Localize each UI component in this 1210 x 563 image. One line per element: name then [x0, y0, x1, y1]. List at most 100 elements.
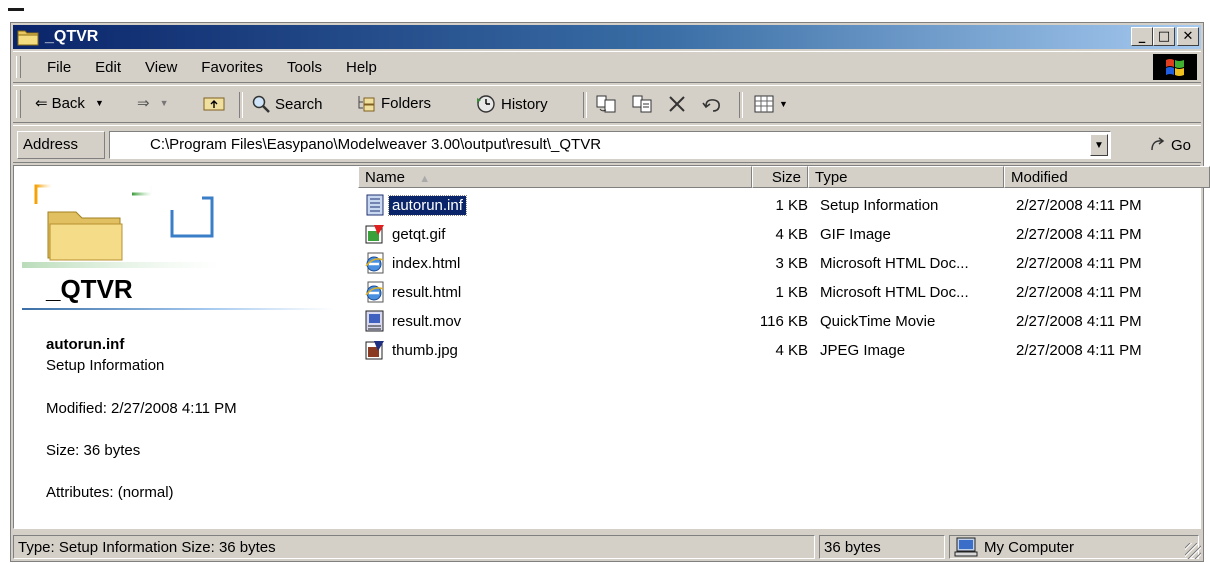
column-header-size[interactable]: Size [752, 166, 808, 188]
delete-button[interactable] [667, 94, 687, 114]
toolbar-grip[interactable] [16, 90, 21, 118]
close-button[interactable]: ✕ [1177, 27, 1199, 46]
folder-divider [22, 308, 334, 310]
corner-mark [8, 8, 24, 11]
address-bar: Address C:\Program Files\Easypano\Modelw… [13, 125, 1201, 163]
file-name-cell[interactable]: autorun.inf [364, 194, 467, 216]
status-bytes: 36 bytes [819, 535, 945, 559]
history-icon [477, 95, 495, 113]
search-icon [252, 95, 270, 113]
file-name: autorun.inf [388, 194, 467, 216]
file-name-cell[interactable]: index.html [364, 252, 463, 274]
file-row[interactable]: getqt.gif 4 KB GIF Image 2/27/2008 4:11 … [358, 221, 1200, 250]
search-label: Search [275, 95, 323, 113]
menubar-grip[interactable] [16, 56, 21, 78]
windows-logo [1153, 54, 1197, 80]
column-header-name[interactable]: Name ▲ [358, 166, 752, 188]
selected-file-attributes: Attributes: (normal) [46, 484, 174, 501]
windows-flag-icon [1166, 59, 1184, 76]
file-name-cell[interactable]: result.html [364, 281, 464, 303]
go-button[interactable]: Go [1148, 136, 1191, 154]
history-label: History [501, 95, 548, 113]
file-size: 1 KB [775, 197, 808, 214]
file-row[interactable]: result.html 1 KB Microsoft HTML Doc... 2… [358, 279, 1200, 308]
file-size: 3 KB [775, 255, 808, 272]
selected-file-modified: Modified: 2/27/2008 4:11 PM [46, 400, 237, 417]
setup-file-icon [366, 194, 384, 216]
address-input[interactable]: C:\Program Files\Easypano\Modelweaver 3.… [109, 131, 1111, 159]
maximize-button[interactable]: □ [1153, 27, 1175, 46]
selected-file-type: Setup Information [46, 357, 165, 374]
file-name-cell[interactable]: getqt.gif [364, 223, 448, 245]
file-type: JPEG Image [820, 342, 906, 359]
minimize-button[interactable]: _ [1131, 27, 1153, 46]
file-name: result.mov [392, 312, 462, 330]
title-bar[interactable]: _QTVR _ □ ✕ [13, 25, 1201, 49]
menu-edit[interactable]: Edit [83, 59, 133, 76]
undo-icon [702, 99, 720, 112]
forward-button[interactable]: ⇒ ▼ [137, 94, 169, 112]
folder-icon [17, 30, 39, 46]
file-type: Microsoft HTML Doc... [820, 255, 969, 272]
file-row[interactable]: thumb.jpg 4 KB JPEG Image 2/27/2008 4:11… [358, 337, 1200, 366]
standard-toolbar: ⇐ Back ▼ ⇒ ▼ Search Folders History ▼ [13, 85, 1201, 123]
file-modified: 2/27/2008 4:11 PM [1016, 255, 1142, 272]
menu-bar: File Edit View Favorites Tools Help [13, 51, 1201, 83]
large-folder-icon [22, 184, 222, 268]
menu-tools[interactable]: Tools [275, 59, 334, 76]
window-title: _QTVR [45, 28, 99, 45]
address-dropdown-button[interactable]: ▼ [1090, 134, 1108, 156]
delete-x-icon [669, 96, 685, 112]
file-size: 4 KB [775, 226, 808, 243]
column-header-modified[interactable]: Modified [1004, 166, 1210, 188]
window-controls: _ □ ✕ [1131, 27, 1199, 46]
image-file-icon [365, 341, 384, 360]
movie-file-icon [365, 310, 384, 332]
move-to-button[interactable] [595, 94, 617, 114]
menu-help[interactable]: Help [334, 59, 389, 76]
file-row[interactable]: index.html 3 KB Microsoft HTML Doc... 2/… [358, 250, 1200, 279]
views-grid-icon [754, 95, 774, 113]
file-row[interactable]: result.mov 116 KB QuickTime Movie 2/27/2… [358, 308, 1200, 337]
file-name: index.html [392, 254, 461, 272]
file-type: Microsoft HTML Doc... [820, 284, 969, 301]
column-name-label: Name [365, 169, 406, 186]
file-row[interactable]: autorun.inf 1 KB Setup Information 2/27/… [358, 192, 1200, 221]
zone-label: My Computer [984, 538, 1075, 556]
copy-to-icon [632, 95, 652, 113]
undo-button[interactable] [701, 94, 723, 114]
column-header-type[interactable]: Type [808, 166, 1004, 188]
up-folder-icon [203, 97, 225, 111]
move-to-icon [596, 95, 616, 113]
sort-ascending-icon: ▲ [419, 173, 431, 185]
views-button[interactable]: ▼ [753, 94, 788, 114]
folders-tree-icon [358, 96, 375, 112]
folders-button[interactable]: Folders [357, 94, 431, 112]
forward-dropdown-icon[interactable]: ▼ [160, 98, 169, 108]
copy-to-button[interactable] [631, 94, 653, 114]
resize-grip[interactable] [1185, 543, 1201, 559]
toolbar-separator [239, 92, 243, 118]
column-headers: Name ▲ Size Type Modified [358, 166, 1210, 188]
menu-favorites[interactable]: Favorites [189, 59, 275, 76]
history-button[interactable]: History [475, 94, 548, 114]
search-button[interactable]: Search [251, 94, 323, 114]
file-name: thumb.jpg [392, 341, 458, 359]
explorer-window: _QTVR _ □ ✕ File Edit View Favorites Too… [10, 22, 1210, 562]
back-label: Back [51, 94, 85, 112]
file-list: autorun.inf 1 KB Setup Information 2/27/… [358, 192, 1200, 366]
file-modified: 2/27/2008 4:11 PM [1016, 284, 1142, 301]
file-modified: 2/27/2008 4:11 PM [1016, 313, 1142, 330]
menu-file[interactable]: File [35, 59, 83, 76]
up-folder-button[interactable] [203, 94, 225, 112]
back-dropdown-icon[interactable]: ▼ [95, 98, 104, 108]
menu-view[interactable]: View [133, 59, 189, 76]
toolbar-separator [583, 92, 587, 118]
file-name: result.html [392, 283, 462, 301]
file-name-cell[interactable]: result.mov [364, 310, 464, 332]
back-button[interactable]: ⇐ Back ▼ [35, 94, 104, 112]
status-bar: Type: Setup Information Size: 36 bytes 3… [13, 533, 1201, 559]
file-name-cell[interactable]: thumb.jpg [364, 339, 461, 361]
file-size: 1 KB [775, 284, 808, 301]
views-dropdown-icon[interactable]: ▼ [779, 99, 788, 109]
